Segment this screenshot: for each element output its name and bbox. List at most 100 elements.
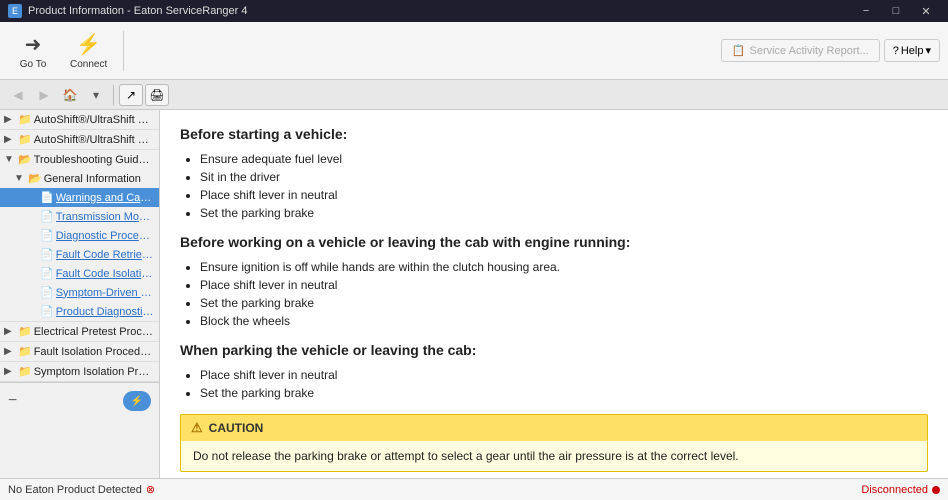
print-button[interactable]: 🖨: [145, 84, 169, 106]
caution-header: ⚠ CAUTION: [181, 415, 927, 441]
document-icon: 📄: [40, 191, 54, 204]
window-title: Product Information - Eaton ServiceRange…: [28, 5, 248, 17]
status-right-text: Disconnected: [861, 484, 928, 496]
sidebar-item-trts[interactable]: ▼ 📂 Troubleshooting Guide (TRTS: [0, 150, 159, 169]
chevron-down-icon: ▼: [4, 154, 16, 165]
section3-title: When parking the vehicle or leaving the …: [180, 342, 928, 358]
product-diagnostic-label: Product Diagnostic (PD) Mode: [56, 306, 155, 318]
title-bar-controls: − □ ✕: [852, 2, 940, 20]
document-icon: 📄: [40, 210, 54, 223]
list-item: Ensure adequate fuel level: [200, 152, 928, 166]
help-icon: ?: [893, 45, 899, 57]
service-activity-label: Service Activity Report...: [750, 45, 869, 57]
folder-icon: 📁: [18, 345, 32, 358]
service-activity-icon: 📋: [732, 44, 746, 57]
symptom-driven-label: Symptom-Driven Diagnostics Index: [56, 287, 155, 299]
chevron-right-icon: ▶: [4, 326, 16, 337]
list-item: Set the parking brake: [200, 386, 928, 400]
sidebar-item-autoshift-gen2[interactable]: ▶ 📁 AutoShift®/UltraShift Gen2: [0, 110, 159, 129]
close-button[interactable]: ✕: [912, 2, 940, 20]
forward-button[interactable]: ▶: [32, 84, 56, 106]
document-icon: 📄: [40, 286, 54, 299]
maximize-button[interactable]: □: [882, 2, 910, 20]
status-right: Disconnected: [861, 484, 940, 496]
section1-list: Ensure adequate fuel level Sit in the dr…: [200, 152, 928, 220]
toolbar-right: 📋 Service Activity Report... ? Help ▾: [721, 39, 940, 62]
goto-icon: ➜: [25, 32, 42, 57]
section2-title: Before working on a vehicle or leaving t…: [180, 234, 928, 250]
list-item: Sit in the driver: [200, 170, 928, 184]
sidebar-item-symptom-driven[interactable]: 📄 Symptom-Driven Diagnostics Index: [0, 283, 159, 302]
sidebar-item-warnings-cautions[interactable]: 📄 Warnings and Cautions: [0, 188, 159, 207]
content-area: Before starting a vehicle: Ensure adequa…: [160, 110, 948, 478]
sidebar-item-general-info[interactable]: ▼ 📂 General Information: [0, 169, 159, 188]
electrical-pretest-label: Electrical Pretest Procedure: [34, 326, 155, 338]
tree-section-trts: ▼ 📂 Troubleshooting Guide (TRTS ▼ 📂 Gene…: [0, 150, 159, 322]
sidebar-item-fault-code-retrieval[interactable]: 📄 Fault Code Retrieval/Clearing: [0, 245, 159, 264]
dropdown-button[interactable]: ▾: [84, 84, 108, 106]
print-icon: 🖨: [149, 88, 164, 102]
list-item: Ensure ignition is off while hands are w…: [200, 260, 928, 274]
service-activity-button[interactable]: 📋 Service Activity Report...: [721, 39, 880, 62]
autoshift-gen2-label: AutoShift®/UltraShift Gen2: [34, 114, 155, 126]
transmission-models-label: Transmission Models: [56, 211, 155, 223]
sidebar-item-transmission-models[interactable]: 📄 Transmission Models: [0, 207, 159, 226]
warnings-cautions-label: Warnings and Cautions: [56, 192, 155, 204]
collapse-icon: −: [8, 392, 17, 410]
list-item: Block the wheels: [200, 314, 928, 328]
tree-section-electrical: ▶ 📁 Electrical Pretest Procedure: [0, 322, 159, 342]
sidebar-item-symptom-isolation[interactable]: ▶ 📁 Symptom Isolation Procedure: [0, 362, 159, 381]
tree-section-symptom-isolation: ▶ 📁 Symptom Isolation Procedure: [0, 362, 159, 382]
sidebar-item-diagnostic-procedures[interactable]: 📄 Diagnostic Procedures: [0, 226, 159, 245]
chevron-down-icon: ▼: [14, 173, 26, 184]
section3-list: Place shift lever in neutral Set the par…: [200, 368, 928, 400]
minimize-button[interactable]: −: [852, 2, 880, 20]
connect-button[interactable]: ⚡ Connect: [62, 28, 115, 74]
section1-title: Before starting a vehicle:: [180, 126, 928, 142]
list-item: Set the parking brake: [200, 206, 928, 220]
caution-body: Do not release the parking brake or atte…: [181, 441, 927, 471]
caution-title: CAUTION: [209, 421, 264, 435]
fault-code-retrieval-label: Fault Code Retrieval/Clearing: [56, 249, 155, 261]
help-label: Help: [901, 45, 924, 57]
fault-isolation-label: Fault Isolation Procedure: [34, 346, 155, 358]
autoshift-gen3-label: AutoShift®/UltraShift Gen3: [34, 134, 155, 146]
list-item: Set the parking brake: [200, 296, 928, 310]
external-link-icon: ↗: [126, 88, 136, 102]
goto-button[interactable]: ➜ Go To: [8, 28, 58, 74]
chevron-right-icon: ▶: [4, 366, 16, 377]
list-item: Place shift lever in neutral: [200, 278, 928, 292]
back-button[interactable]: ◀: [6, 84, 30, 106]
folder-open-icon: 📂: [18, 153, 32, 166]
status-left-text: No Eaton Product Detected: [8, 484, 142, 496]
document-icon: 📄: [40, 305, 54, 318]
chevron-right-icon: ▶: [4, 134, 16, 145]
list-item: Place shift lever in neutral: [200, 368, 928, 382]
sidebar-item-product-diagnostic[interactable]: 📄 Product Diagnostic (PD) Mode: [0, 302, 159, 321]
connect-label: Connect: [70, 59, 107, 70]
home-button[interactable]: 🏠: [58, 84, 82, 106]
status-left: No Eaton Product Detected ⊗: [8, 483, 155, 496]
sidebar-item-autoshift-gen3[interactable]: ▶ 📁 AutoShift®/UltraShift Gen3: [0, 130, 159, 149]
external-link-button[interactable]: ↗: [119, 84, 143, 106]
chevron-right-icon: ▶: [4, 346, 16, 357]
disconnected-indicator: [932, 486, 940, 494]
trts-label: Troubleshooting Guide (TRTS: [34, 154, 155, 166]
sidebar-item-electrical-pretest[interactable]: ▶ 📁 Electrical Pretest Procedure: [0, 322, 159, 341]
tree-section-fault-isolation: ▶ 📁 Fault Isolation Procedure: [0, 342, 159, 362]
folder-icon: 📁: [18, 325, 32, 338]
connect-icon: ⚡: [76, 32, 101, 57]
sidebar: ▶ 📁 AutoShift®/UltraShift Gen2 ▶ 📁 AutoS…: [0, 110, 160, 478]
toolbar-separator: [123, 31, 124, 71]
folder-open-icon: 📂: [28, 172, 42, 185]
tree-section-gen2: ▶ 📁 AutoShift®/UltraShift Gen2: [0, 110, 159, 130]
general-info-label: General Information: [44, 173, 141, 185]
sidebar-bottom-button[interactable]: ⚡: [123, 391, 151, 411]
sidebar-item-fault-isolation[interactable]: ▶ 📁 Fault Isolation Procedure: [0, 342, 159, 361]
sidebar-item-fault-code-isolation[interactable]: 📄 Fault Code Isolation Procedure Index: [0, 264, 159, 283]
list-item: Place shift lever in neutral: [200, 188, 928, 202]
help-button[interactable]: ? Help ▾: [884, 39, 940, 62]
main-area: ▶ 📁 AutoShift®/UltraShift Gen2 ▶ 📁 AutoS…: [0, 110, 948, 478]
goto-label: Go To: [20, 59, 47, 70]
app-icon: E: [8, 4, 22, 18]
